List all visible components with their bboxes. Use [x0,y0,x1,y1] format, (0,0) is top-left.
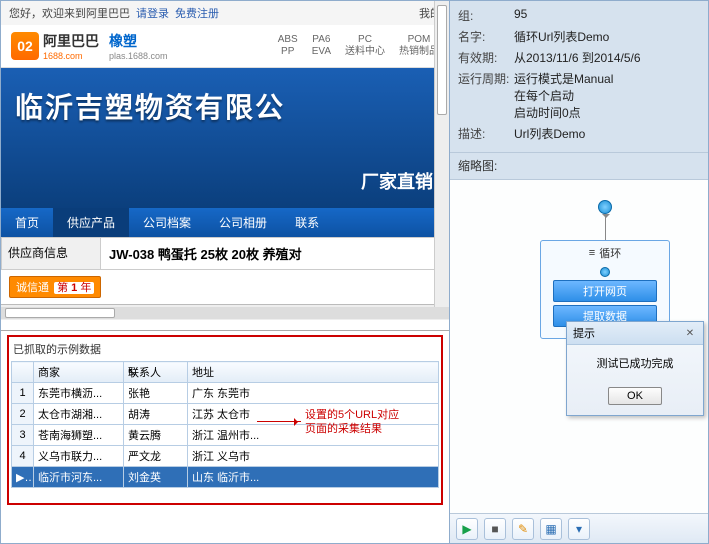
col-contact[interactable]: 联系人 [124,362,188,383]
task-info: 组:95 名字:循环Url列表Demo 有效期:从2013/11/6 到2014… [450,1,708,152]
site-logo[interactable]: 02 阿里巴巴 1688.com [11,31,99,61]
cell-merchant: 苍南海狮塑... [34,425,124,446]
quick-link[interactable]: POM热销制品 [399,34,439,58]
label-name: 名字: [458,28,514,45]
table-row[interactable]: ▶5临沂市河东...刘金英山东 临沂市... [12,467,439,488]
thumbnail-label: 缩略图: [450,152,708,178]
site-header: 02 阿里巴巴 1688.com 橡塑 plas.1688.com ABSPP … [1,25,449,68]
cell-contact: 刘金英 [124,467,188,488]
category-link[interactable]: 橡塑 plas.1688.com [109,31,168,61]
cell-merchant: 临沂市河东... [34,467,124,488]
cell-contact: 张艳 [124,383,188,404]
start-node-icon[interactable] [598,200,612,214]
loop-title: 循环 [599,245,621,261]
browser-horizontal-scrollbar[interactable] [1,304,449,320]
trust-badge: 诚信通 第 1 年 [9,276,101,298]
hero-title: 临沂吉塑物资有限公 [15,86,435,126]
quick-link[interactable]: PA6EVA [312,34,331,58]
close-icon[interactable]: ✕ [683,326,697,340]
nav-profile[interactable]: 公司档案 [129,208,205,237]
category-name: 橡塑 [109,31,168,51]
cell-contact: 严文龙 [124,446,188,467]
cell-merchant: 太仓市湖湘... [34,404,124,425]
supplier-label: 供应商信息 [1,237,101,270]
edit-button[interactable]: ✎ [512,518,534,540]
more-button[interactable]: ▾ [568,518,590,540]
dialog-body: 测试已成功完成 [567,345,703,381]
product-title-strip: JW-038 鸭蛋托 25枚 20枚 养殖对 [101,237,449,270]
cell-contact: 胡涛 [124,404,188,425]
row-number: 1 [12,383,34,404]
col-merchant[interactable]: 商家 [34,362,124,383]
annotation-text: 设置的5个URL对应页面的采集结果 [305,409,399,437]
cell-merchant: 义乌市联力... [34,446,124,467]
right-pane: 组:95 名字:循环Url列表Demo 有效期:从2013/11/6 到2014… [450,0,709,544]
site-topbar: 您好，欢迎来到阿里巴巴 请登录 免费注册 我的 [1,1,449,25]
nav-contact[interactable]: 联系 [281,208,333,237]
value-valid: 从2013/11/6 到2014/5/6 [514,49,700,66]
row-number: 4 [12,446,34,467]
logo-subtext: 1688.com [43,51,99,61]
login-link[interactable]: 请登录 [136,5,169,21]
hero-subtitle: 厂家直销 [361,168,433,194]
cell-address: 浙江 义乌市 [188,446,439,467]
greeting-text: 您好，欢迎来到阿里巴巴 [9,5,130,21]
value-name: 循环Url列表Demo [514,28,700,45]
bottom-toolbar: ▶ ■ ✎ ▦ ▾ [450,513,708,543]
cell-contact: 黄云腾 [124,425,188,446]
left-pane: 您好，欢迎来到阿里巴巴 请登录 免费注册 我的 02 阿里巴巴 1688.com… [0,0,450,544]
label-group: 组: [458,7,514,24]
row-number: 2 [12,404,34,425]
value-cycle: 运行模式是Manual在每个启动启动时间0点 [514,70,700,121]
grid-button[interactable]: ▦ [540,518,562,540]
quick-link[interactable]: PC送料中心 [345,34,385,58]
label-desc: 描述: [458,125,514,142]
browser-vertical-scrollbar[interactable] [434,1,449,314]
label-cycle: 运行周期: [458,70,514,121]
table-row[interactable]: 4义乌市联力...严文龙浙江 义乌市 [12,446,439,467]
register-link[interactable]: 免费注册 [175,5,219,21]
sample-data-title: 已抓取的示例数据 [11,339,439,361]
row-number: ▶5 [12,467,34,488]
annotation-arrow-icon [257,421,301,422]
cell-merchant: 东莞市横沥... [34,383,124,404]
quick-link[interactable]: ABSPP [278,34,298,58]
play-button[interactable]: ▶ [456,518,478,540]
nav-album[interactable]: 公司相册 [205,208,281,237]
message-dialog: 提示 ✕ 测试已成功完成 OK [566,321,704,416]
table-row[interactable]: 1东莞市横沥...张艳广东 东莞市 [12,383,439,404]
badge-row: 诚信通 第 1 年 [1,270,449,304]
row-number: 3 [12,425,34,446]
loop-start-icon [600,267,610,277]
sample-data-area: 已抓取的示例数据 商家 联系人 地址 1东莞市横沥...张艳广东 东莞市2太仓市… [1,331,449,543]
nav-home[interactable]: 首页 [1,208,53,237]
ok-button[interactable]: OK [608,387,662,405]
label-valid: 有效期: [458,49,514,66]
cell-address: 山东 临沂市... [188,467,439,488]
value-desc: Url列表Demo [514,125,700,142]
category-sub: plas.1688.com [109,51,168,61]
product-quick-links: ABSPP PA6EVA PC送料中心 POM热销制品 [278,34,439,58]
logo-text: 阿里巴巴 [43,33,99,49]
hero-banner: 临沂吉塑物资有限公 厂家直销 [1,68,449,208]
value-group: 95 [514,7,700,24]
step-open-page[interactable]: 打开网页 [553,280,657,302]
supplier-row: 供应商信息 JW-038 鸭蛋托 25枚 20枚 养殖对 [1,237,449,270]
col-rownum[interactable] [12,362,34,383]
loop-icon: ≡ [589,247,595,259]
site-nav: 首页 供应产品 公司档案 公司相册 联系 [1,208,449,237]
dialog-title: 提示 [573,325,595,341]
logo-icon: 02 [11,32,39,60]
col-address[interactable]: 地址 [188,362,439,383]
nav-products[interactable]: 供应产品 [53,208,129,237]
embedded-browser: 您好，欢迎来到阿里巴巴 请登录 免费注册 我的 02 阿里巴巴 1688.com… [1,1,449,331]
cell-address: 广东 东莞市 [188,383,439,404]
sample-data-highlight-box: 已抓取的示例数据 商家 联系人 地址 1东莞市横沥...张艳广东 东莞市2太仓市… [7,335,443,505]
stop-button[interactable]: ■ [484,518,506,540]
